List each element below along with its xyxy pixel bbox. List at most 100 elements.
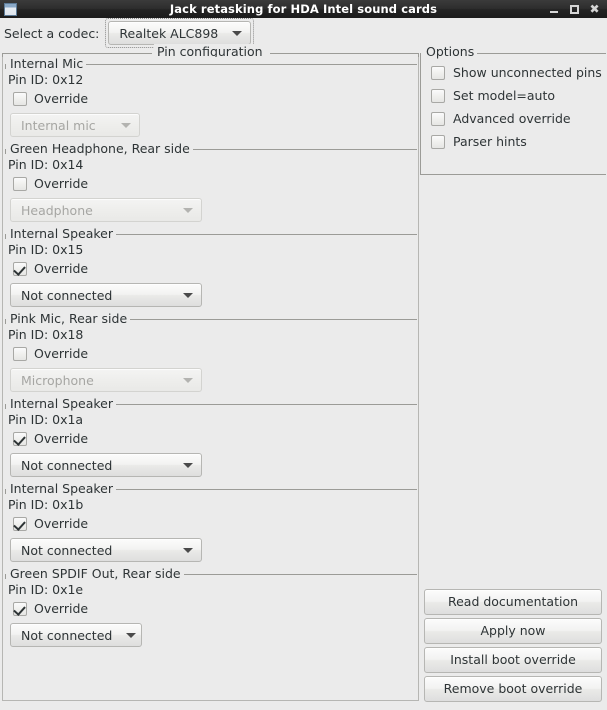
option-row[interactable]: Set model=auto xyxy=(421,84,606,107)
pin-assignment-value: Not connected xyxy=(21,457,113,473)
override-checkbox[interactable] xyxy=(13,431,27,446)
maximize-button[interactable] xyxy=(569,4,580,15)
override-label: Override xyxy=(34,346,89,361)
pin-section-header: Pink Mic, Rear side xyxy=(3,311,418,326)
pin-combo-row: Microphone xyxy=(3,365,418,392)
window-controls: ✖ xyxy=(549,3,607,15)
read-documentation-button[interactable]: Read documentation xyxy=(424,589,602,615)
pin-assignment-value: Not connected xyxy=(21,287,113,303)
pin-id-label: Pin ID: 0x12 xyxy=(8,72,84,87)
override-row[interactable]: Override xyxy=(3,512,418,535)
chevron-down-icon xyxy=(121,122,131,128)
action-button-stack: Read documentation Apply now Install boot … xyxy=(424,589,602,703)
override-row[interactable]: Override xyxy=(3,342,418,365)
pin-assignment-combobox: Internal mic xyxy=(10,113,140,137)
pin-combo-row: Not connected xyxy=(3,450,418,477)
remove-boot-override-button[interactable]: Remove boot override xyxy=(424,676,602,702)
options-legend-row: Options xyxy=(420,44,606,59)
override-label: Override xyxy=(34,91,89,106)
option-row[interactable]: Advanced override xyxy=(421,107,606,130)
pin-assignment-value: Not connected xyxy=(21,627,113,643)
codec-combobox[interactable]: Realtek ALC898 xyxy=(108,21,252,45)
pin-assignment-combobox: Microphone xyxy=(10,368,202,392)
install-boot-override-button[interactable]: Install boot override xyxy=(424,647,602,673)
pin-section-header: Internal Mic xyxy=(3,57,418,71)
pin-id-label: Pin ID: 0x15 xyxy=(8,242,84,257)
pin-section: Pink Mic, Rear side Pin ID: 0x18 Override M… xyxy=(3,311,418,397)
option-label: Parser hints xyxy=(453,134,527,149)
codec-combobox-value: Realtek ALC898 xyxy=(119,25,219,41)
chevron-down-icon xyxy=(183,292,193,298)
override-row[interactable]: Override xyxy=(3,427,418,450)
option-checkbox[interactable] xyxy=(431,134,445,149)
chevron-down-icon xyxy=(183,547,193,553)
window-title: Jack retasking for HDA Intel sound cards xyxy=(169,2,438,16)
override-checkbox[interactable] xyxy=(13,261,27,276)
pin-section-title: Internal Speaker xyxy=(8,481,116,496)
option-row[interactable]: Show unconnected pins xyxy=(421,61,606,84)
pin-assignment-value: Microphone xyxy=(21,372,94,388)
pin-assignment-value: Headphone xyxy=(21,202,93,218)
override-row[interactable]: Override xyxy=(3,172,418,195)
option-row[interactable]: Parser hints xyxy=(421,130,606,153)
override-checkbox[interactable] xyxy=(13,516,27,531)
option-checkbox[interactable] xyxy=(431,65,445,80)
options-checkbox-list: Show unconnected pins Set model=auto Advan… xyxy=(420,57,606,175)
override-checkbox[interactable] xyxy=(13,91,27,106)
override-checkbox[interactable] xyxy=(13,601,27,616)
pin-id-label: Pin ID: 0x14 xyxy=(8,157,84,172)
pin-combo-row: Not connected xyxy=(3,620,418,647)
pin-assignment-combobox[interactable]: Not connected xyxy=(10,623,142,647)
pin-section: Green Headphone, Rear side Pin ID: 0x14 Ov… xyxy=(3,141,418,227)
pin-assignment-value: Internal mic xyxy=(21,117,96,133)
override-label: Override xyxy=(34,431,89,446)
chevron-down-icon xyxy=(183,377,193,383)
pin-section-header: Internal Speaker xyxy=(3,226,418,241)
override-label: Override xyxy=(34,516,89,531)
pin-section-title: Green SPDIF Out, Rear side xyxy=(8,566,184,581)
pin-configuration-scroll-area[interactable]: Internal Mic Pin ID: 0x12 Override Internal… xyxy=(2,57,419,701)
option-checkbox[interactable] xyxy=(431,88,445,103)
pin-assignment-combobox: Headphone xyxy=(10,198,202,222)
options-legend: Options xyxy=(423,44,478,59)
pin-id-label: Pin ID: 0x18 xyxy=(8,327,84,342)
pin-section-header: Internal Speaker xyxy=(3,481,418,496)
pin-id-label: Pin ID: 0x1e xyxy=(8,582,84,597)
pin-section-title: Internal Mic xyxy=(8,57,87,71)
pin-section: Internal Mic Pin ID: 0x12 Override Internal… xyxy=(3,57,418,142)
option-label: Set model=auto xyxy=(453,88,556,103)
override-checkbox[interactable] xyxy=(13,346,27,361)
pin-configuration-group: Pin configuration Internal Mic Pin ID: 0x… xyxy=(2,44,419,703)
pin-section-header: Internal Speaker xyxy=(3,396,418,411)
option-checkbox[interactable] xyxy=(431,111,445,126)
pin-section-title: Internal Speaker xyxy=(8,226,116,241)
chevron-down-icon xyxy=(183,462,193,468)
override-row[interactable]: Override xyxy=(3,597,418,620)
pin-configuration-legend-row: Pin configuration xyxy=(2,44,419,59)
chevron-down-icon xyxy=(126,632,137,638)
pin-assignment-value: Not connected xyxy=(21,542,113,558)
maximize-icon xyxy=(570,4,579,14)
window-titlebar[interactable]: Jack retasking for HDA Intel sound cards… xyxy=(0,0,607,18)
pin-section: Internal Speaker Pin ID: 0x1b Override Not … xyxy=(3,481,418,567)
override-label: Override xyxy=(34,261,89,276)
override-row[interactable]: Override xyxy=(3,257,418,280)
pin-section: Internal Speaker Pin ID: 0x1a Override Not … xyxy=(3,396,418,482)
pin-section: Green SPDIF Out, Rear side Pin ID: 0x1e Ov… xyxy=(3,566,418,652)
pin-section-title: Pink Mic, Rear side xyxy=(8,311,131,326)
pin-combo-row: Not connected xyxy=(3,535,418,562)
pin-section: Internal Speaker Pin ID: 0x15 Override Not … xyxy=(3,226,418,312)
apply-now-button[interactable]: Apply now xyxy=(424,618,602,644)
pin-assignment-combobox[interactable]: Not connected xyxy=(10,283,202,307)
override-checkbox[interactable] xyxy=(13,176,27,191)
minimize-button[interactable] xyxy=(549,4,560,15)
option-label: Advanced override xyxy=(453,111,571,126)
close-button[interactable]: ✖ xyxy=(589,3,600,15)
pin-assignment-combobox[interactable]: Not connected xyxy=(10,453,202,477)
pin-combo-row: Not connected xyxy=(3,280,418,307)
pin-assignment-combobox[interactable]: Not connected xyxy=(10,538,202,562)
pin-id-label: Pin ID: 0x1b xyxy=(8,497,84,512)
right-column: Options Show unconnected pins Set model=a… xyxy=(420,44,606,703)
override-label: Override xyxy=(34,176,89,191)
override-row[interactable]: Override xyxy=(3,87,418,110)
